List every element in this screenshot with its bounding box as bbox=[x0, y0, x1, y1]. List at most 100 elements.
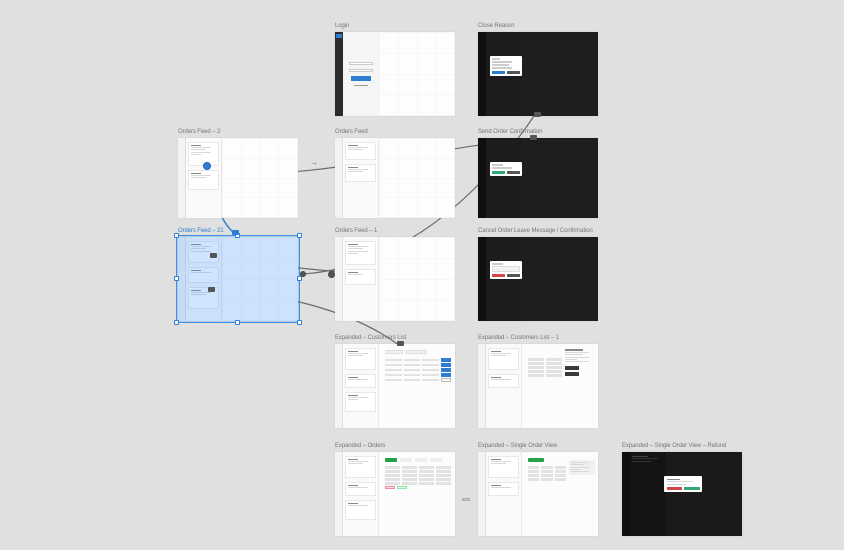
artboard-close-reason[interactable]: Close Reason bbox=[478, 32, 598, 116]
table-row[interactable] bbox=[528, 470, 566, 473]
order-card[interactable] bbox=[188, 170, 219, 190]
artboard-cancel-order[interactable]: Cancel Order Leave Message / Confirmatio… bbox=[478, 237, 598, 321]
order-card[interactable] bbox=[345, 241, 376, 265]
artboard-orders-feed-1[interactable]: Orders Feed – 1 bbox=[335, 237, 455, 321]
refund-modal[interactable] bbox=[664, 476, 702, 492]
order-card[interactable] bbox=[345, 374, 376, 388]
tab-active[interactable] bbox=[385, 458, 397, 462]
table-row[interactable] bbox=[528, 374, 562, 377]
modal-dialog[interactable] bbox=[490, 56, 522, 76]
table-row[interactable] bbox=[528, 478, 566, 481]
detail-button[interactable] bbox=[565, 366, 579, 370]
flow-node-target[interactable] bbox=[328, 271, 335, 278]
order-card[interactable] bbox=[188, 241, 219, 263]
flow-anchor-source[interactable] bbox=[203, 162, 211, 170]
artboard-expanded-orders[interactable]: Expanded – Orders bbox=[335, 452, 455, 536]
modal-cancel-order-button[interactable] bbox=[492, 274, 505, 277]
mini-sidebar bbox=[178, 138, 186, 218]
order-card[interactable] bbox=[345, 142, 376, 160]
row-action-button[interactable] bbox=[441, 378, 451, 382]
table-row[interactable] bbox=[385, 482, 451, 485]
filter-pill[interactable] bbox=[385, 350, 403, 354]
artboard-expanded-customers-list-1[interactable]: Expanded – Customers List – 1 bbox=[478, 344, 598, 428]
table-row[interactable] bbox=[528, 358, 562, 361]
login-button[interactable] bbox=[351, 76, 371, 81]
modal-dismiss-button[interactable] bbox=[507, 274, 520, 277]
tab[interactable] bbox=[400, 458, 412, 462]
artboard-orders-feed-2[interactable]: Orders Feed – 2 bbox=[178, 138, 298, 218]
table-row[interactable] bbox=[385, 358, 451, 362]
order-card[interactable] bbox=[488, 456, 519, 478]
flow-node-hub[interactable] bbox=[300, 271, 306, 277]
table-row[interactable] bbox=[528, 466, 566, 469]
order-card[interactable] bbox=[345, 500, 376, 520]
refund-confirm-button[interactable] bbox=[684, 487, 700, 490]
flow-anchor[interactable] bbox=[210, 253, 217, 258]
order-card[interactable] bbox=[188, 267, 219, 283]
row-action-button[interactable] bbox=[441, 363, 451, 367]
modal-cancel-button[interactable] bbox=[507, 171, 520, 174]
flow-node[interactable] bbox=[397, 341, 404, 346]
login-link[interactable] bbox=[354, 85, 368, 86]
modal-cancel-button[interactable] bbox=[507, 71, 520, 74]
artboard-send-order-confirmation[interactable]: Send Order Confirmation bbox=[478, 138, 598, 218]
order-card[interactable] bbox=[345, 269, 376, 285]
tab[interactable] bbox=[415, 458, 427, 462]
artboard-login[interactable]: Login bbox=[335, 32, 455, 116]
filter-pill[interactable] bbox=[405, 350, 427, 354]
content-grid bbox=[222, 138, 298, 218]
table-row[interactable] bbox=[385, 378, 451, 382]
spacer-marker bbox=[462, 498, 470, 501]
row-action-button[interactable] bbox=[441, 373, 451, 377]
table-row[interactable] bbox=[385, 368, 451, 372]
artboard-orders-feed-21-selected[interactable]: Orders Feed – 21 bbox=[178, 237, 298, 321]
order-card[interactable] bbox=[345, 348, 376, 370]
prototyping-canvas[interactable]: Login Close Reason bbox=[0, 0, 844, 550]
table-row[interactable] bbox=[385, 363, 451, 367]
artboard-expanded-customers-list[interactable]: Expanded – Customers List bbox=[335, 344, 455, 428]
side-panel bbox=[343, 237, 379, 321]
side-panel bbox=[486, 452, 522, 536]
artboard-orders-feed[interactable]: Orders Feed bbox=[335, 138, 455, 218]
detail-button[interactable] bbox=[565, 372, 579, 376]
table-row[interactable] bbox=[385, 478, 451, 481]
row-action-button[interactable] bbox=[441, 358, 451, 362]
login-input[interactable] bbox=[349, 69, 373, 72]
artboard-expanded-single-order-refund[interactable]: Expanded – Single Order View – Refund bbox=[622, 452, 742, 536]
login-input[interactable] bbox=[349, 62, 373, 65]
artboard-expanded-single-order-view[interactable]: Expanded – Single Order View bbox=[478, 452, 598, 536]
main-content bbox=[379, 452, 455, 536]
artboard-label: Orders Feed – 1 bbox=[335, 228, 377, 234]
flow-node[interactable] bbox=[534, 112, 541, 117]
order-card[interactable] bbox=[345, 392, 376, 412]
order-card[interactable] bbox=[488, 348, 519, 370]
table-row[interactable] bbox=[528, 370, 562, 373]
order-card[interactable] bbox=[488, 374, 519, 388]
modal-send-button[interactable] bbox=[492, 171, 505, 174]
table-row[interactable] bbox=[385, 373, 451, 377]
side-panel bbox=[186, 138, 222, 218]
table-row[interactable] bbox=[528, 474, 566, 477]
table-row[interactable] bbox=[385, 486, 451, 489]
table-row[interactable] bbox=[528, 366, 562, 369]
tab[interactable] bbox=[430, 458, 442, 462]
tab-active[interactable] bbox=[528, 458, 544, 462]
flow-anchor[interactable] bbox=[208, 287, 215, 292]
order-card[interactable] bbox=[345, 164, 376, 182]
modal-dialog[interactable] bbox=[490, 162, 522, 176]
table-row[interactable] bbox=[385, 470, 451, 473]
flow-node[interactable] bbox=[530, 135, 537, 140]
table-row[interactable] bbox=[385, 466, 451, 469]
refund-cancel-button[interactable] bbox=[667, 487, 683, 490]
row-action-button[interactable] bbox=[441, 368, 451, 372]
order-card[interactable] bbox=[345, 456, 376, 478]
flow-anchor-active[interactable] bbox=[232, 230, 239, 235]
order-card[interactable] bbox=[488, 482, 519, 496]
modal-textarea[interactable] bbox=[492, 266, 520, 272]
artboard-label: Cancel Order Leave Message / Confirmatio… bbox=[478, 228, 593, 234]
table-row[interactable] bbox=[528, 362, 562, 365]
modal-dialog[interactable] bbox=[490, 261, 522, 279]
modal-confirm-button[interactable] bbox=[492, 71, 505, 74]
order-card[interactable] bbox=[345, 482, 376, 496]
table-row[interactable] bbox=[385, 474, 451, 477]
